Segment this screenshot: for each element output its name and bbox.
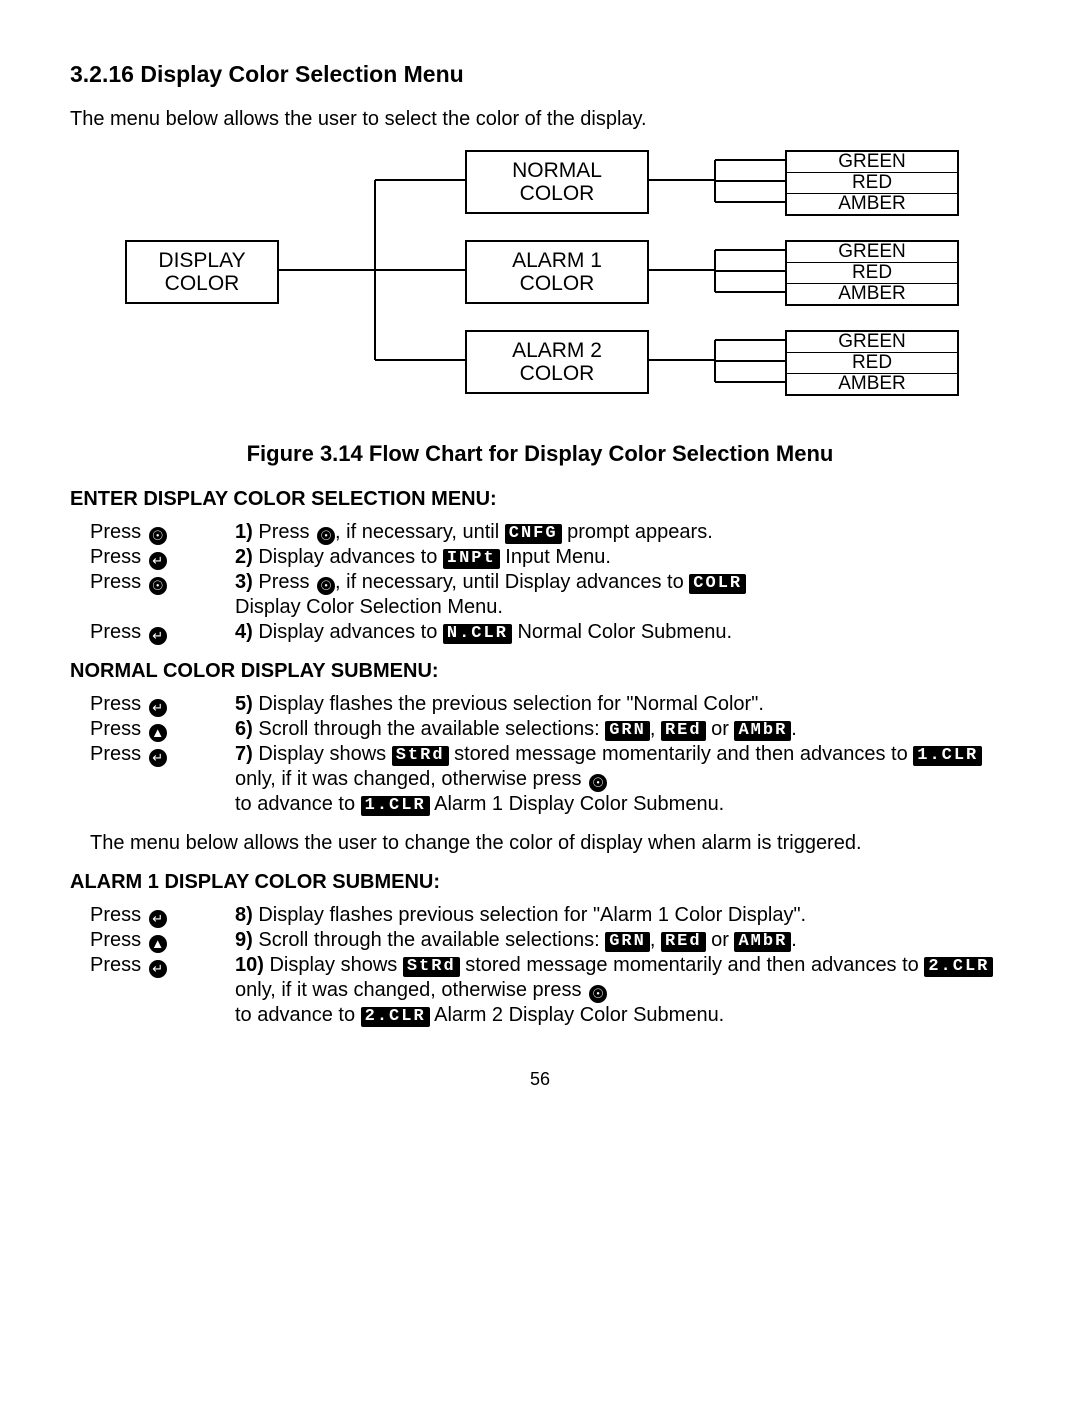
step-text: 3) Press ☉, if necessary, until Display … [235, 570, 1010, 595]
leaf-red: RED [787, 173, 957, 194]
section-title-text: Display Color Selection Menu [140, 61, 463, 87]
node-alarm2-color: ALARM 2 COLOR [465, 330, 649, 394]
step-row-cont: Display Color Selection Menu. [90, 595, 1010, 620]
section-title: 3.2.16 Display Color Selection Menu [70, 60, 1010, 89]
press-label: Press ↵ [90, 692, 235, 717]
step-row: Press ▲ 6) Scroll through the available … [90, 717, 1010, 742]
menu-icon: ☉ [317, 527, 335, 545]
step-row-cont: to advance to 1.CLR Alarm 1 Display Colo… [90, 792, 1010, 817]
step-text: 5) Display flashes the previous selectio… [235, 692, 1010, 717]
flow-chart: DISPLAY COLOR NORMAL COLOR ALARM 1 COLOR… [125, 150, 955, 430]
step-row: Press ↵ 7) Display shows StRd stored mes… [90, 742, 1010, 792]
menu-icon: ☉ [589, 985, 607, 1003]
subhead-alarm1: ALARM 1 DISPLAY COLOR SUBMENU: [70, 870, 1010, 895]
step-row: Press ▲ 9) Scroll through the available … [90, 928, 1010, 953]
enter-icon: ↵ [149, 627, 167, 645]
seg-display: AMbR [734, 932, 791, 952]
section-number: 3.2.16 [70, 61, 134, 87]
seg-display: REd [661, 932, 706, 952]
press-label: Press ▲ [90, 928, 235, 953]
menu-icon: ☉ [589, 774, 607, 792]
step-text: to advance to 2.CLR Alarm 2 Display Colo… [235, 1003, 1010, 1028]
seg-display: AMbR [734, 721, 791, 741]
seg-display: StRd [403, 957, 460, 977]
seg-display: REd [661, 721, 706, 741]
steps-enter-menu: Press ☉ 1) Press ☉, if necessary, until … [90, 520, 1010, 645]
menu-icon: ☉ [149, 527, 167, 545]
press-label: Press ▲ [90, 717, 235, 742]
alarm-note: The menu below allows the user to change… [90, 831, 1010, 856]
seg-display: CNFG [505, 524, 562, 544]
page-number: 56 [70, 1068, 1010, 1091]
press-label: Press ☉ [90, 520, 235, 545]
subhead-enter-menu: ENTER DISPLAY COLOR SELECTION MENU: [70, 487, 1010, 512]
step-text: Display Color Selection Menu. [235, 595, 1010, 620]
seg-display: StRd [392, 746, 449, 766]
leaf-red: RED [787, 353, 957, 374]
step-row: Press ☉ 1) Press ☉, if necessary, until … [90, 520, 1010, 545]
step-text: 6) Scroll through the available selectio… [235, 717, 1010, 742]
node-alarm1-color: ALARM 1 COLOR [465, 240, 649, 304]
node-normal-color: NORMAL COLOR [465, 150, 649, 214]
steps-alarm1: Press ↵ 8) Display flashes previous sele… [90, 903, 1010, 1028]
up-icon: ▲ [149, 935, 167, 953]
leaf-amber: AMBER [787, 374, 957, 394]
step-text: 7) Display shows StRd stored message mom… [235, 742, 1010, 792]
leaf-group-1: GREEN RED AMBER [785, 150, 959, 216]
press-label: Press ↵ [90, 545, 235, 570]
subhead-normal-color: NORMAL COLOR DISPLAY SUBMENU: [70, 659, 1010, 684]
step-row: Press ↵ 5) Display flashes the previous … [90, 692, 1010, 717]
enter-icon: ↵ [149, 749, 167, 767]
step-text: 4) Display advances to N.CLR Normal Colo… [235, 620, 1010, 645]
seg-display: GRN [605, 932, 650, 952]
step-text: 10) Display shows StRd stored message mo… [235, 953, 1010, 1003]
leaf-amber: AMBER [787, 284, 957, 304]
seg-display: 1.CLR [361, 796, 430, 816]
up-icon: ▲ [149, 724, 167, 742]
step-text: 8) Display flashes previous selection fo… [235, 903, 1010, 928]
leaf-amber: AMBER [787, 194, 957, 214]
leaf-group-3: GREEN RED AMBER [785, 330, 959, 396]
step-text: 2) Display advances to INPt Input Menu. [235, 545, 1010, 570]
leaf-red: RED [787, 263, 957, 284]
press-label: Press ↵ [90, 953, 235, 978]
node-display-color: DISPLAY COLOR [125, 240, 279, 304]
seg-display: 1.CLR [913, 746, 982, 766]
step-row: Press ↵ 4) Display advances to N.CLR Nor… [90, 620, 1010, 645]
seg-display: COLR [689, 574, 746, 594]
leaf-green: GREEN [787, 332, 957, 353]
enter-icon: ↵ [149, 960, 167, 978]
step-text: 9) Scroll through the available selectio… [235, 928, 1010, 953]
menu-icon: ☉ [317, 577, 335, 595]
step-row: Press ↵ 10) Display shows StRd stored me… [90, 953, 1010, 1003]
enter-icon: ↵ [149, 552, 167, 570]
steps-normal-color: Press ↵ 5) Display flashes the previous … [90, 692, 1010, 817]
seg-display: GRN [605, 721, 650, 741]
menu-icon: ☉ [149, 577, 167, 595]
seg-display: INPt [443, 549, 500, 569]
seg-display: 2.CLR [924, 957, 993, 977]
press-label: Press ↵ [90, 903, 235, 928]
enter-icon: ↵ [149, 699, 167, 717]
leaf-green: GREEN [787, 152, 957, 173]
step-row: Press ☉ 3) Press ☉, if necessary, until … [90, 570, 1010, 595]
enter-icon: ↵ [149, 910, 167, 928]
step-text: 1) Press ☉, if necessary, until CNFG pro… [235, 520, 1010, 545]
seg-display: N.CLR [443, 624, 512, 644]
step-row-cont: to advance to 2.CLR Alarm 2 Display Colo… [90, 1003, 1010, 1028]
step-text: to advance to 1.CLR Alarm 1 Display Colo… [235, 792, 1010, 817]
step-row: Press ↵ 8) Display flashes previous sele… [90, 903, 1010, 928]
figure-caption: Figure 3.14 Flow Chart for Display Color… [70, 440, 1010, 468]
intro-text: The menu below allows the user to select… [70, 107, 1010, 132]
press-label: Press ↵ [90, 742, 235, 767]
leaf-green: GREEN [787, 242, 957, 263]
press-label: Press ☉ [90, 570, 235, 595]
leaf-group-2: GREEN RED AMBER [785, 240, 959, 306]
step-row: Press ↵ 2) Display advances to INPt Inpu… [90, 545, 1010, 570]
seg-display: 2.CLR [361, 1007, 430, 1027]
press-label: Press ↵ [90, 620, 235, 645]
